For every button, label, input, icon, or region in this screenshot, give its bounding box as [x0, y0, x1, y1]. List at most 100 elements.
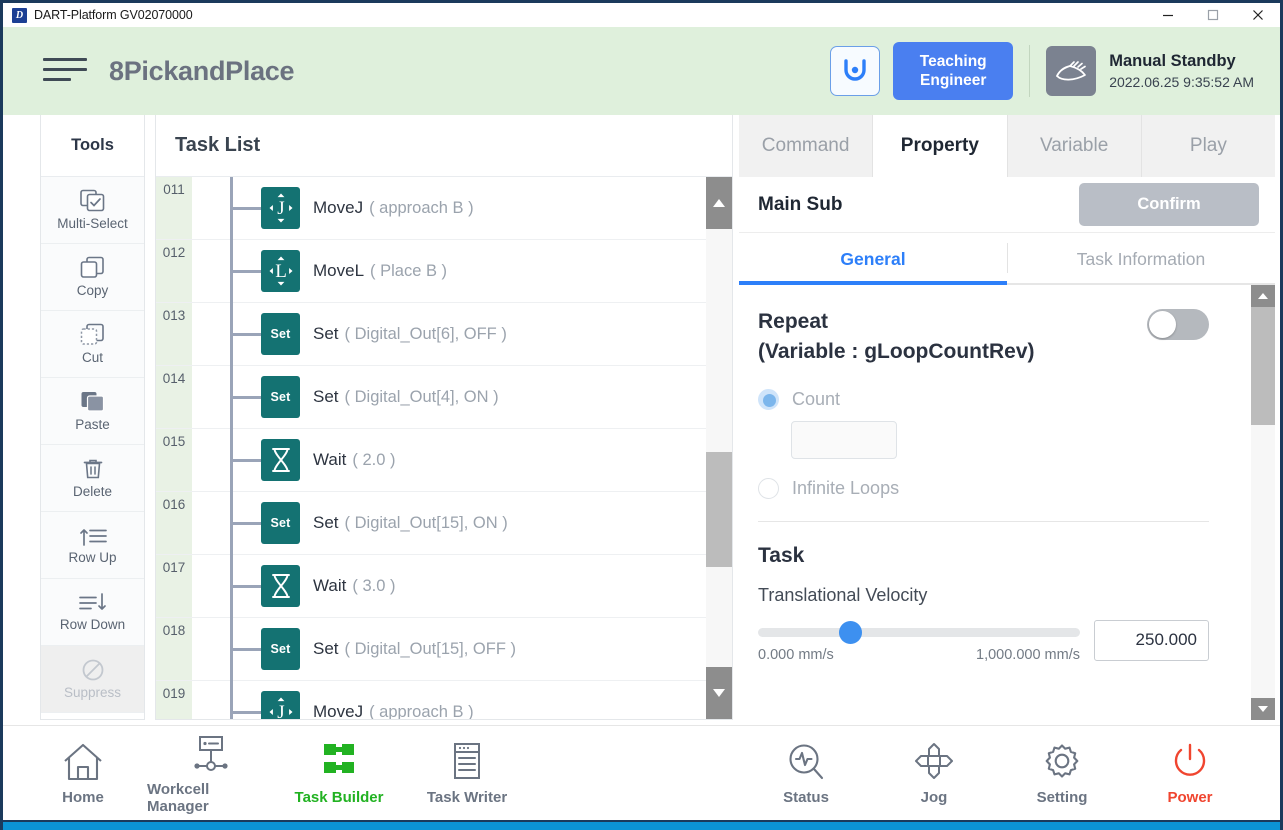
table-row[interactable]: 015 Wait( 2.0 )	[156, 428, 706, 492]
repeat-toggle[interactable]	[1147, 309, 1209, 340]
tool-copy[interactable]: Copy	[41, 244, 144, 311]
tab-task-information[interactable]: Task Information	[1007, 233, 1275, 285]
teaching-label-line1: Teaching	[919, 52, 987, 70]
tool-row-down[interactable]: Row Down	[41, 579, 144, 646]
scroll-up-arrow-icon[interactable]	[1251, 285, 1275, 307]
row-indent	[192, 681, 230, 719]
count-input[interactable]	[791, 420, 897, 459]
mode-status-block: Manual Standby 2022.06.25 9:35:52 AM	[1109, 51, 1254, 91]
window-titlebar: D DART-Platform GV02070000	[3, 3, 1280, 27]
infinite-loops-radio[interactable]	[758, 477, 779, 499]
scroll-down-arrow-icon[interactable]	[706, 667, 732, 719]
tool-row-up[interactable]: Row Up	[41, 512, 144, 579]
scrollbar-thumb[interactable]	[1251, 307, 1275, 425]
tree-connector-horizontal	[233, 270, 261, 273]
nav-power[interactable]: Power	[1126, 742, 1254, 806]
infinite-radio-row[interactable]: Infinite Loops	[758, 477, 1251, 499]
tab-play[interactable]: Play	[1141, 115, 1275, 177]
copy-icon	[80, 256, 106, 280]
nav-setting[interactable]: Setting	[998, 742, 1126, 806]
row-indent	[192, 303, 230, 365]
nav-status[interactable]: Status	[742, 742, 870, 806]
tab-general[interactable]: General	[739, 233, 1007, 285]
task-builder-icon	[318, 742, 360, 782]
row-indent	[192, 177, 230, 239]
tab-command[interactable]: Command	[739, 115, 874, 177]
wait-icon	[261, 565, 300, 607]
robot-arm-icon[interactable]	[830, 46, 881, 96]
table-row[interactable]: 013 Set Set( Digital_Out[6], OFF )	[156, 302, 706, 366]
table-row[interactable]: 011 J MoveJ( approach B )	[156, 177, 706, 240]
scroll-down-arrow-icon[interactable]	[1251, 698, 1275, 720]
table-row[interactable]: 016 Set Set( Digital_Out[15], ON )	[156, 491, 706, 555]
row-command: MoveL( Place B )	[313, 261, 448, 280]
slider-knob[interactable]	[838, 620, 862, 644]
page-title: 8PickandPlace	[109, 55, 295, 86]
velocity-value-input[interactable]: 250.000	[1094, 619, 1209, 661]
row-number: 017	[156, 555, 192, 617]
row-number: 015	[156, 429, 192, 491]
count-radio-row[interactable]: Count	[758, 388, 1251, 410]
status-timestamp: 2022.06.25 9:35:52 AM	[1109, 73, 1254, 90]
tool-suppress[interactable]: Suppress	[41, 646, 144, 713]
nav-task-writer[interactable]: Task Writer	[403, 734, 531, 815]
cut-icon	[80, 323, 106, 347]
row-content: J MoveJ( approach B )	[230, 680, 706, 719]
nav-home[interactable]: Home	[19, 734, 147, 815]
minimize-icon[interactable]	[1145, 3, 1190, 27]
task-list-panel: Task List 011 J MoveJ( approach B ) 012 …	[155, 115, 733, 720]
table-row[interactable]: 017 Wait( 3.0 )	[156, 554, 706, 618]
teaching-engineer-button[interactable]: Teaching Engineer	[893, 41, 1014, 101]
tab-property[interactable]: Property	[873, 115, 1008, 177]
row-command: MoveJ( approach B )	[313, 198, 474, 217]
tool-multi-select[interactable]: Multi-Select	[41, 177, 144, 244]
row-number: 014	[156, 366, 192, 428]
row-number: 018	[156, 618, 192, 680]
nav-workcell-manager[interactable]: Workcell Manager	[147, 734, 275, 815]
velocity-slider[interactable]: 0.000 mm/s 1,000.000 mm/s	[758, 620, 1080, 663]
property-subtabs: General Task Information	[739, 233, 1275, 285]
task-writer-icon	[446, 742, 488, 782]
close-icon[interactable]	[1235, 3, 1280, 27]
count-radio[interactable]	[758, 388, 779, 410]
task-list-heading: Task List	[156, 115, 732, 177]
table-row[interactable]: 018 Set Set( Digital_Out[15], OFF )	[156, 617, 706, 681]
wait-icon	[261, 439, 300, 481]
tool-label: Paste	[75, 417, 110, 432]
slider-track[interactable]	[758, 620, 1080, 644]
property-scrollbar[interactable]	[1251, 285, 1275, 720]
tab-variable[interactable]: Variable	[1007, 115, 1142, 177]
table-row[interactable]: 014 Set Set( Digital_Out[4], ON )	[156, 365, 706, 429]
hamburger-menu-icon[interactable]	[43, 54, 87, 88]
row-args: ( 3.0 )	[352, 577, 396, 595]
bottom-accent-bar	[3, 820, 1280, 830]
tool-label: Copy	[76, 283, 109, 298]
tree-connector-horizontal	[233, 207, 261, 210]
table-row[interactable]: 012 L MoveL( Place B )	[156, 239, 706, 303]
tool-delete[interactable]: Delete	[41, 445, 144, 512]
dart-logo-icon: D	[12, 7, 27, 23]
header-right-group: Teaching Engineer Manual Standby 2022.06…	[830, 27, 1254, 115]
nav-task-builder[interactable]: Task Builder	[275, 734, 403, 815]
tool-cut[interactable]: Cut	[41, 311, 144, 378]
scroll-up-arrow-icon[interactable]	[706, 177, 732, 229]
movel-icon: L	[261, 250, 300, 292]
property-subheader: Main Sub Confirm	[739, 177, 1275, 233]
status-badge: Manual Standby	[1109, 52, 1236, 71]
table-row[interactable]: 019 J MoveJ( approach B )	[156, 680, 706, 719]
confirm-button[interactable]: Confirm	[1079, 183, 1259, 226]
row-indent	[192, 366, 230, 428]
maximize-icon[interactable]	[1190, 3, 1235, 27]
nav-label: Power	[1167, 789, 1213, 806]
scrollbar-thumb[interactable]	[706, 452, 732, 567]
task-list-scrollbar[interactable]	[706, 177, 732, 719]
row-content: Set Set( Digital_Out[15], OFF )	[230, 617, 706, 681]
home-icon	[62, 742, 104, 782]
row-content: Set Set( Digital_Out[4], ON )	[230, 365, 706, 429]
main-body: Tools Multi-Select Copy Cut Paste Delete…	[3, 115, 1280, 725]
tool-paste[interactable]: Paste	[41, 378, 144, 445]
trash-icon	[81, 457, 105, 481]
row-number: 016	[156, 492, 192, 554]
nav-jog[interactable]: Jog	[870, 742, 998, 806]
nav-group-left: Home Workcell Manager Task Builder Task …	[19, 734, 531, 815]
